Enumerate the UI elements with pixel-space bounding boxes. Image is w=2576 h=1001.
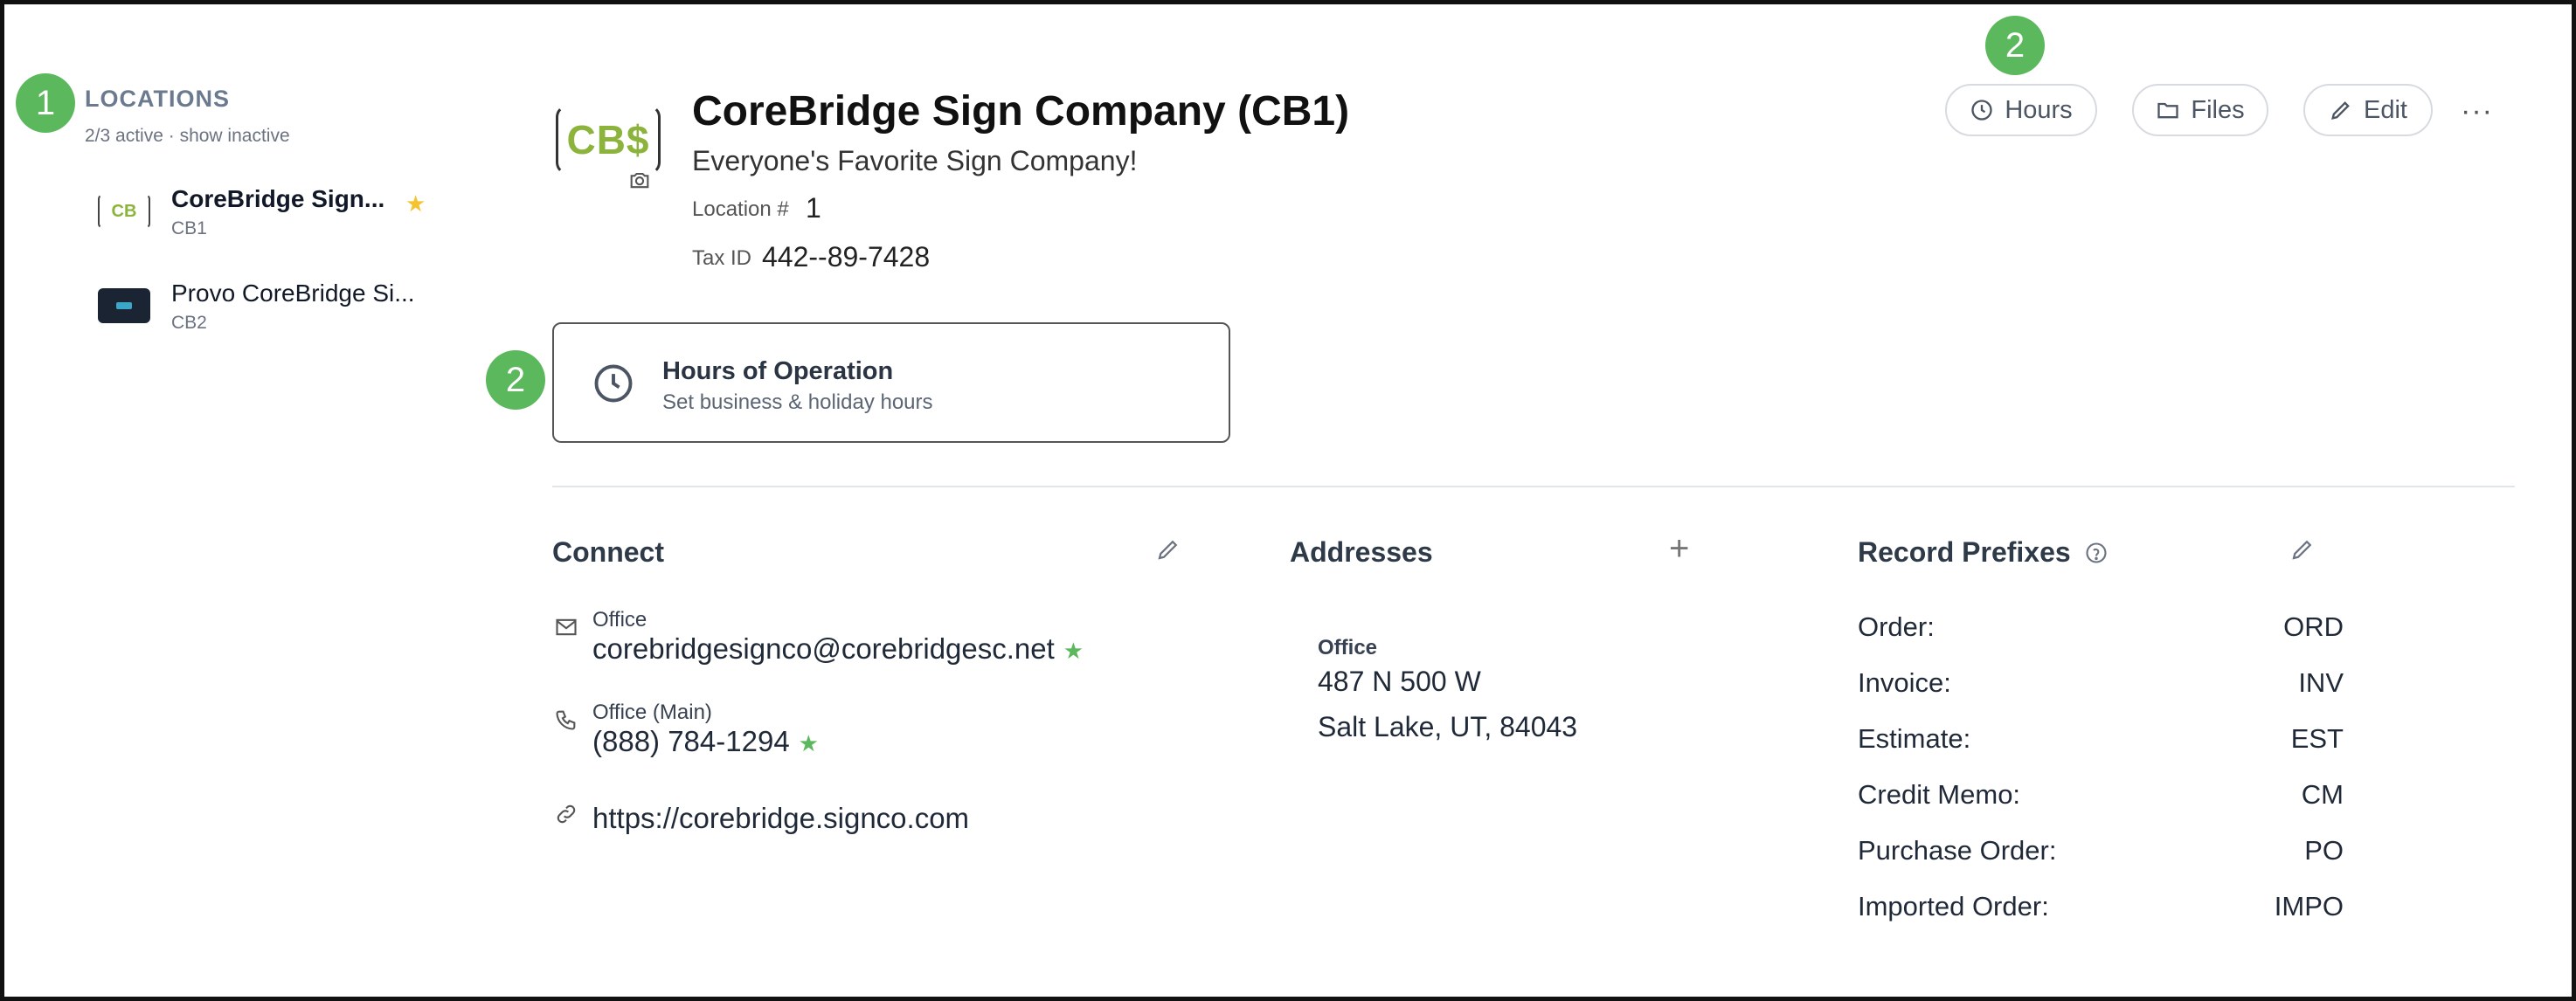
location-thumbnail: CB	[98, 194, 150, 229]
hours-of-operation-card[interactable]: Hours of Operation Set business & holida…	[552, 322, 1230, 443]
prefix-label: Purchase Order:	[1858, 835, 2057, 866]
link-icon	[557, 804, 576, 824]
edit-button-label: Edit	[2364, 95, 2407, 124]
phone-icon	[556, 710, 576, 730]
hours-card-title: Hours of Operation	[662, 357, 894, 385]
prefix-label: Credit Memo:	[1858, 779, 2021, 810]
edit-prefixes-pencil-icon[interactable]	[2289, 536, 2316, 570]
prefix-row-credit-memo: Credit Memo: CM	[1858, 779, 2344, 811]
pencil-icon	[2331, 101, 2350, 120]
logo-text: CB$	[566, 117, 650, 162]
add-address-plus-icon[interactable]: +	[1669, 529, 1689, 569]
files-button[interactable]: Files	[2132, 84, 2268, 136]
address-line-1: 487 N 500 W	[1318, 666, 1481, 697]
prefix-label: Imported Order:	[1858, 891, 2049, 922]
mail-icon	[556, 618, 577, 636]
company-logo: CB$	[556, 105, 661, 175]
sidebar-item-cb2[interactable]: Provo CoreBridge Si... CB2	[98, 280, 447, 341]
camera-icon[interactable]	[627, 168, 652, 198]
active-count: 2/3 active	[85, 126, 163, 146]
prefix-row-estimate: Estimate: EST	[1858, 723, 2344, 755]
location-code: CB1	[171, 218, 207, 238]
locations-summary: 2/3 active · show inactive	[85, 126, 290, 147]
thumbnail-mark	[116, 302, 132, 309]
locations-title: LOCATIONS	[85, 86, 230, 112]
record-prefixes-title: Record Prefixes	[1858, 536, 2109, 569]
prefix-value: CM	[2301, 779, 2344, 810]
edit-button[interactable]: Edit	[2303, 84, 2433, 136]
callout-badge-2-left: 2	[486, 350, 545, 410]
separator-dot: ·	[168, 126, 175, 146]
prefix-value: EST	[2290, 723, 2344, 754]
prefix-label: Estimate:	[1858, 723, 1971, 754]
favorite-star-icon[interactable]: ★	[405, 190, 426, 217]
sidebar-item-cb1[interactable]: CB CoreBridge Sign... CB1 ★	[98, 185, 447, 246]
tax-id-value: 442--89-7428	[762, 241, 931, 273]
page-title: CoreBridge Sign Company (CB1)	[692, 88, 1350, 135]
prefix-value: IMPO	[2274, 891, 2344, 922]
callout-badge-2-top: 2	[1985, 16, 2045, 75]
record-prefixes-title-text: Record Prefixes	[1858, 536, 2071, 568]
thumbnail-logo-text: CB	[111, 201, 137, 221]
hours-button-label: Hours	[2005, 95, 2073, 124]
more-options-icon[interactable]: ···	[2461, 94, 2493, 128]
location-thumbnail	[98, 288, 150, 323]
addresses-title: Addresses	[1290, 536, 1433, 568]
hours-button[interactable]: Hours	[1945, 84, 2097, 136]
show-inactive-link[interactable]: show inactive	[180, 126, 290, 146]
prefix-value: INV	[2298, 667, 2344, 698]
prefix-value: ORD	[2283, 611, 2344, 642]
prefix-row-purchase-order: Purchase Order: PO	[1858, 835, 2344, 866]
hours-card-subtitle: Set business & holiday hours	[662, 390, 933, 414]
prefix-row-imported-order: Imported Order: IMPO	[1858, 891, 2344, 922]
address-line-2: Salt Lake, UT, 84043	[1318, 711, 1578, 742]
email-row: corebridgesignco@corebridgesc.net ★	[592, 632, 1084, 666]
address-label: Office	[1318, 636, 1378, 659]
primary-star-icon: ★	[1063, 638, 1084, 664]
location-code: CB2	[171, 313, 207, 333]
email-link[interactable]: corebridgesignco@corebridgesc.net	[592, 632, 1055, 665]
prefix-label: Order:	[1858, 611, 1935, 642]
phone-label: Office (Main)	[592, 701, 712, 724]
prefix-row-invoice: Invoice: INV	[1858, 667, 2344, 699]
folder-icon	[2157, 102, 2179, 119]
location-number-label: Location #	[692, 197, 789, 221]
clock-icon	[594, 364, 633, 403]
tax-id-label: Tax ID	[692, 246, 752, 270]
help-question-icon[interactable]	[2084, 541, 2109, 565]
section-divider	[552, 486, 2515, 487]
files-button-label: Files	[2191, 95, 2245, 124]
phone-link[interactable]: (888) 784-1294	[592, 725, 790, 757]
phone-row: (888) 784-1294 ★	[592, 725, 819, 758]
callout-badge-1: 1	[16, 73, 75, 133]
company-tagline: Everyone's Favorite Sign Company!	[692, 145, 1138, 176]
connect-title: Connect	[552, 536, 664, 568]
website-link[interactable]: https://corebridge.signco.com	[592, 802, 969, 835]
location-name: CoreBridge Sign...	[171, 185, 385, 212]
clock-icon	[1971, 100, 1992, 121]
location-number-value: 1	[806, 192, 821, 224]
prefix-value: PO	[2304, 835, 2344, 866]
prefix-row-order: Order: ORD	[1858, 611, 2344, 643]
prefix-label: Invoice:	[1858, 667, 1951, 698]
primary-star-icon: ★	[798, 730, 819, 756]
email-label: Office	[592, 608, 647, 632]
edit-connect-pencil-icon[interactable]	[1155, 536, 1181, 570]
location-name: Provo CoreBridge Si...	[171, 280, 415, 307]
